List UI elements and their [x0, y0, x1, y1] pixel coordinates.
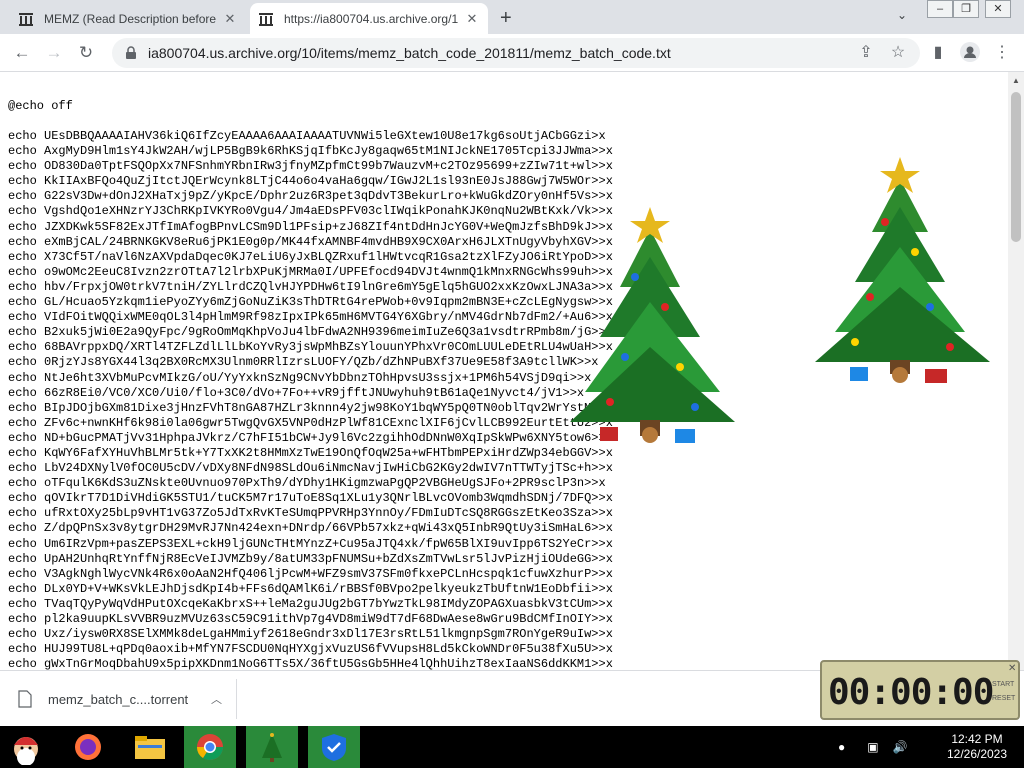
code-line: echo KkIIAxBFQo4QuZjItctJQErWcynk8LTjC44… [8, 174, 613, 189]
taskbar: ● ▣ 🔊 12:42 PM 12/26/2023 [0, 726, 1024, 768]
batch-code-lines: echo UEsDBBQAAAAIAHV36kiQ6IfZcyEAAAA6AAA… [8, 129, 613, 670]
clock-time: 12:42 PM [951, 732, 1003, 746]
download-item[interactable]: memz_batch_c....torrent ︿ [18, 685, 236, 713]
code-line: echo gWxTnGrMoqDbahU9x5pipXKDnm1NoG6TTs5… [8, 657, 613, 670]
kebab-menu-icon[interactable]: ⋮ [991, 42, 1013, 64]
code-line: echo Um6IRzVpm+pasZEPS3EXL+ckH9ljGUNcTHt… [8, 536, 613, 551]
christmas-tree-icon[interactable] [246, 726, 298, 768]
bookmark-star-icon[interactable]: ☆ [887, 42, 909, 64]
code-line: echo BIpJDOjbGXm81Dixe3jHnzFVhT8nGA87HZL… [8, 400, 613, 415]
tab-title: https://ia800704.us.archive.org/1 [284, 11, 459, 26]
download-filename: memz_batch_c....torrent [48, 691, 189, 707]
code-line: echo eXmBjCAL/24BRNKGKV8eRu6jPK1E0g0p/MK… [8, 234, 613, 249]
code-line: echo 68BAVrppxDQ/XRTl4TZFLZdlLlLbKoYvRy3… [8, 340, 613, 355]
santa-icon[interactable] [0, 726, 52, 768]
code-line: echo GL/Hcuao5Yzkqm1iePyoZYy6mZjGoNuZiK3… [8, 295, 613, 310]
code-line: echo pl2ka9uupKLsVVBR9uzMVUz63sC59C91ith… [8, 612, 613, 626]
divider [236, 679, 237, 719]
tab-search-chevron-icon[interactable]: ⌄ [897, 8, 907, 22]
tab-title: MEMZ (Read Description before [44, 11, 217, 26]
code-line: echo UEsDBBQAAAAIAHV36kiQ6IfZcyEAAAA6AAA… [8, 129, 606, 143]
back-arrow-icon[interactable]: ← [11, 42, 33, 64]
file-icon [18, 690, 32, 708]
address-bar[interactable]: ia800704.us.archive.org/10/items/memz_ba… [112, 38, 920, 68]
code-line: echo o9wOMc2EeuC8Ivzn2zrOTtA7l2lrbXPuKjM… [8, 264, 613, 279]
code-line: echo UpAH2UnhqRtYnffNjR8EcVeIJVMZb9y/8at… [8, 551, 613, 566]
code-line: echo VgshdQo1eXHNzrYJ3ChRKpIVKYRo0Vgu4/J… [8, 204, 613, 219]
code-line: echo JZXDKwk5SF82ExJTfImAfogBPnvLCSm9Dl1… [8, 219, 613, 234]
reload-icon[interactable]: ↻ [75, 42, 97, 64]
close-window-button[interactable]: ✕ [985, 0, 1011, 18]
timer-controls: START RESET [992, 678, 1015, 706]
scroll-up-arrow-icon[interactable]: ▲ [1012, 76, 1020, 85]
code-line: echo G22sV3Dw+dOnJ2XHaTxj9pZ/yKpcE/Dphr2… [8, 189, 613, 204]
code-line: echo oTFqulK6KdS3uZNskte0Uvnuo970PxTh9/d… [8, 476, 606, 491]
taskbar-clock[interactable]: 12:42 PM 12/26/2023 [945, 732, 1009, 762]
scrollbar-thumb[interactable] [1011, 92, 1021, 242]
code-line: echo VIdFOitWQQixWME0qOL3l4pHlmM9Rf98zIp… [8, 310, 613, 325]
christmas-tree-left [570, 207, 735, 443]
code-line: echo LbV24DXNylV0fOC0U5cDV/vDXy8NFdN98SL… [8, 461, 613, 476]
code-line: echo 0RjzYJs8YGX44l3q2BX0RcMX3Ulnm0RRlIz… [8, 355, 599, 370]
code-line: echo ufRxtOXy25bLp9vHT1vG37Zo5JdTxRvKTeS… [8, 506, 613, 521]
code-line: echo hbv/FrpxjOW0trkV7tniH/ZYLlrdCZQlvHJ… [8, 279, 613, 294]
clock-date: 12/26/2023 [946, 747, 1008, 761]
code-line: echo qOVIkrT7D1DiVHdiGK5STU1/tuCK5M7r17u… [8, 491, 613, 506]
close-icon[interactable]: ✕ [1008, 663, 1016, 674]
countdown-timer-widget[interactable]: 00:00:00 START RESET ✕ [820, 660, 1020, 720]
timer-reset-label[interactable]: RESET [992, 692, 1015, 706]
lock-icon[interactable] [124, 46, 138, 60]
first-line: @echo off [8, 99, 73, 113]
code-line: echo V3AgkNghlWycVNk4R6x0oAaN2HfQ406ljPc… [8, 566, 613, 581]
archive-icon [259, 12, 273, 26]
code-line: echo KqWY6FafXYHuVhBLMr5tk+Y7TxXK2t8HMmX… [8, 445, 613, 460]
dot-icon[interactable]: ● [838, 740, 845, 754]
close-tab-icon[interactable]: ✕ [464, 11, 480, 27]
firefox-icon[interactable] [62, 726, 114, 768]
timer-start-label[interactable]: START [992, 678, 1015, 692]
url-text: ia800704.us.archive.org/10/items/memz_ba… [148, 45, 671, 61]
speaker-icon[interactable]: 🔊 [893, 740, 908, 754]
code-line: echo ZFv6c+nwnKHf6k98i0la06gwr5TwgQvGX5V… [8, 415, 613, 430]
file-explorer-icon[interactable] [124, 726, 176, 768]
code-line: echo NtJe6ht3XVbMuPcvMIkzG/oU/YyYxknSzNg… [8, 370, 592, 385]
code-line: echo X73Cf5T/naVl6NzAXVpdaDqec0KJ7eLiU6y… [8, 249, 613, 264]
tab-memz[interactable]: MEMZ (Read Description before ✕ [10, 3, 246, 34]
minimize-button[interactable]: – [927, 0, 953, 18]
network-icon[interactable]: ▣ [867, 740, 878, 754]
close-tab-icon[interactable]: ✕ [222, 11, 238, 27]
forward-arrow-icon[interactable]: → [43, 42, 65, 64]
code-line: echo OD830Da0TptFSQOpXx7NFSnhmYRbnIRw3jf… [8, 159, 613, 174]
tab-strip: MEMZ (Read Description before ✕ https://… [0, 0, 1024, 34]
new-tab-button[interactable]: + [500, 7, 512, 30]
profile-avatar-icon[interactable] [959, 42, 981, 64]
code-line: echo B2xuk5jWi0E2a9QyFpc/9gRoOmMqKhpVoJu… [8, 325, 613, 340]
code-line: echo ND+bGucPMATjVv31HphpaJVkrz/C7hFI51b… [8, 430, 613, 445]
timer-display: 00:00:00 [828, 672, 994, 713]
code-line: echo AxgMyD9Hlm1sY4JkW2AH/wjLP5BgB9k6RhK… [8, 144, 613, 159]
chevron-up-icon[interactable]: ︿ [211, 691, 222, 707]
code-line: echo TVaqTQyPyWqVdHPutOXcqeKaKbrxS++leMa… [8, 596, 613, 611]
text-document: @echo off echo UEsDBBQAAAAIAHV36kiQ6IfZc… [0, 72, 1008, 670]
vertical-scrollbar[interactable]: ▲ [1008, 72, 1024, 670]
tab-archive-url[interactable]: https://ia800704.us.archive.org/1 ✕ [250, 3, 488, 34]
code-line: echo Z/dpQPnSx3v8ytgrDH29MvRJ7Nn424exn+D… [8, 521, 613, 536]
side-panel-icon[interactable]: ▮ [927, 42, 949, 64]
shield-icon[interactable] [308, 726, 360, 768]
restore-button[interactable]: ❐ [953, 0, 979, 18]
share-icon[interactable]: ⇪ [855, 42, 877, 64]
code-line: echo 66zR8Ei0/VC0/XC0/Ui0/flo+3C0/dVo+7F… [8, 385, 585, 400]
code-line: echo HUJ99TU8L+qPDq0aoxib+MfYN7FSCDU0NqH… [8, 642, 613, 657]
archive-icon [19, 12, 33, 26]
chrome-icon[interactable] [184, 726, 236, 768]
christmas-tree-right [815, 157, 990, 383]
system-tray: ● ▣ 🔊 [838, 726, 918, 768]
code-line: echo Uxz/iysw0RX8SElXMMk8deLgaHMmiyf2618… [8, 627, 613, 642]
code-line: echo DLx0YD+V+WKsVkLEJhDjsdKpI4b+FFs6dQA… [8, 581, 613, 596]
